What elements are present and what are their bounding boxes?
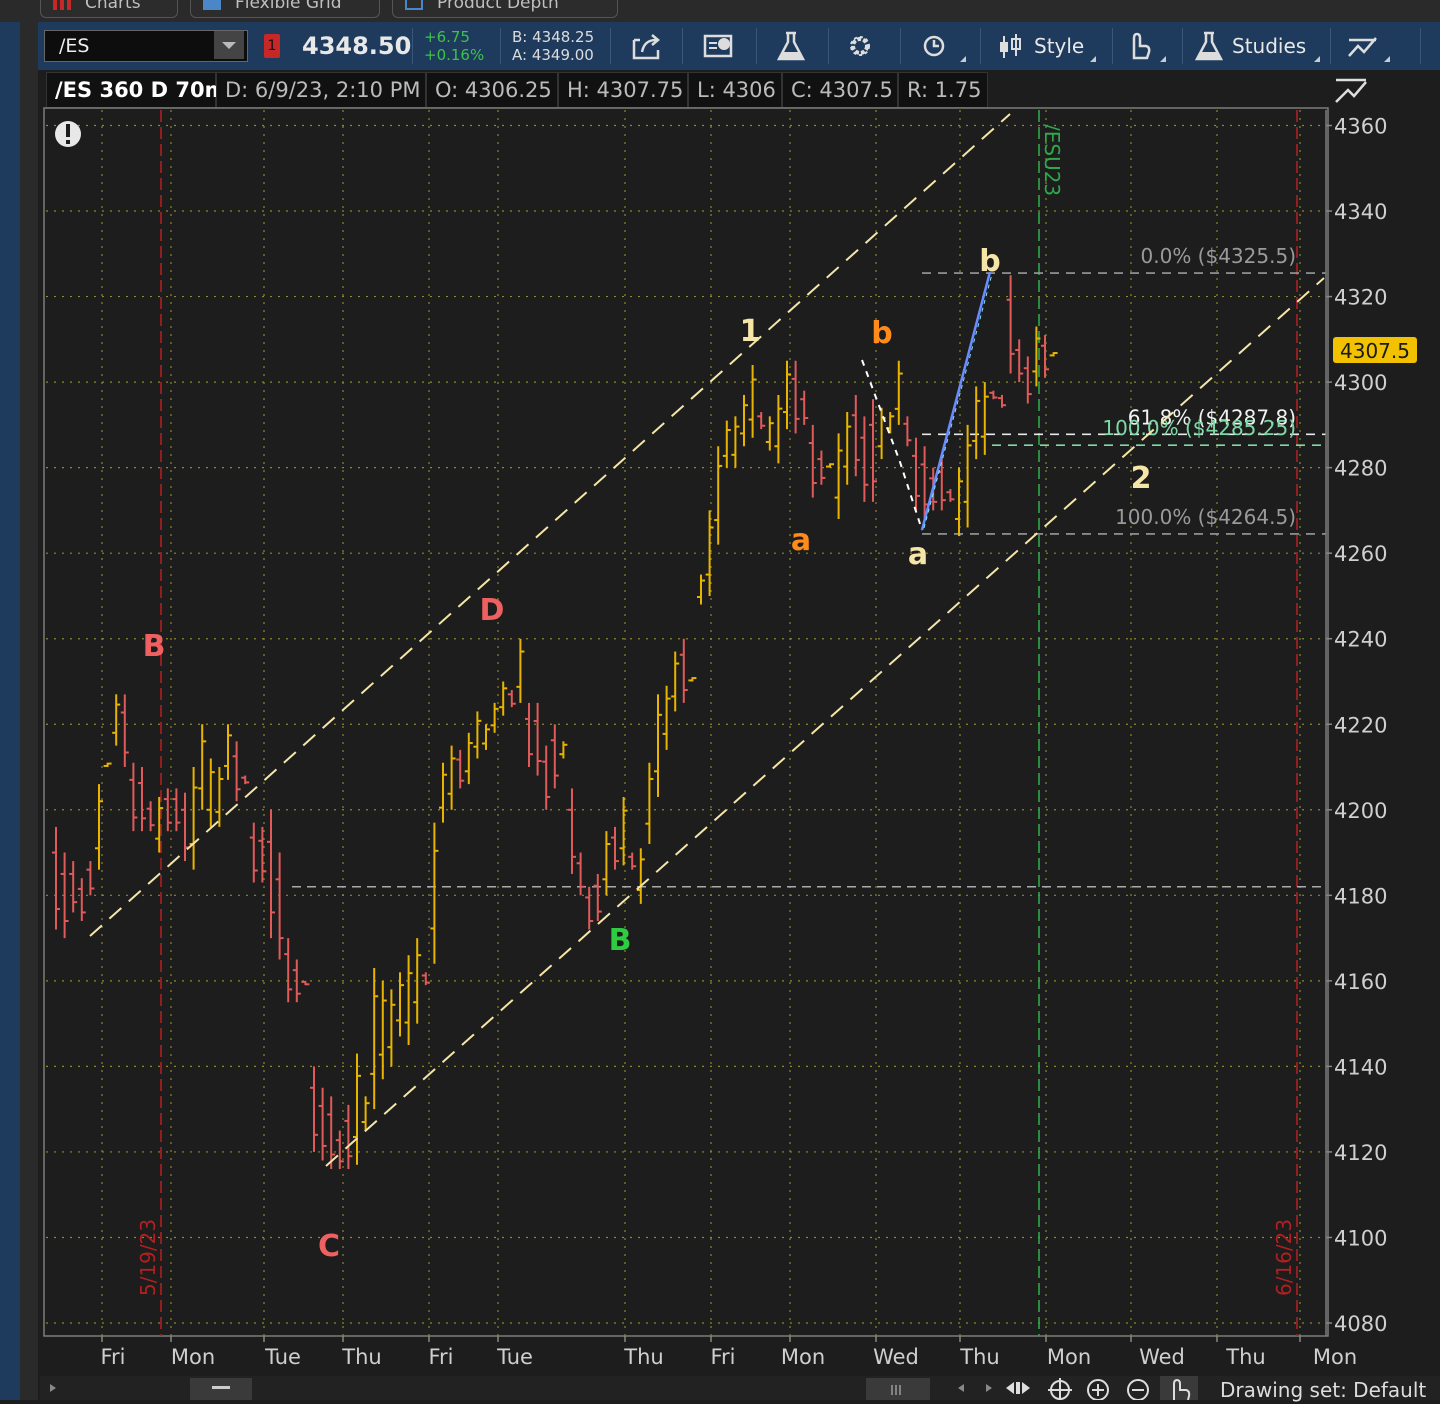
y-tick-label: 4180 (1334, 884, 1387, 908)
wave-label: D (480, 593, 505, 628)
current-price-label: 4307.5 (1340, 339, 1410, 363)
wave-label: b (871, 316, 892, 351)
price-chart[interactable]: 5/19/23/ESU236/16/23 0.0% ($4325.5)61.8%… (0, 0, 1440, 1400)
x-tick-label: Thu (623, 1345, 663, 1369)
x-tick-label: Wed (873, 1345, 919, 1369)
drawing-set-label[interactable]: Drawing set: Default (1220, 1378, 1426, 1402)
zoom-in-icon[interactable] (1087, 1379, 1109, 1401)
vertical-marker-label: 5/19/23 (136, 1219, 160, 1296)
scroll-thumb[interactable] (866, 1378, 930, 1400)
y-tick-label: 4140 (1334, 1055, 1387, 1079)
x-tick-label: Fri (428, 1345, 453, 1369)
horizontal-scrollbar[interactable]: Drawing set: Default (40, 1376, 1440, 1402)
x-tick-label: Tue (496, 1345, 533, 1369)
wave-label: C (318, 1229, 340, 1264)
pan-hand-icon[interactable] (1160, 1376, 1198, 1401)
wave-label: a (791, 523, 811, 558)
x-tick-label: Tue (264, 1345, 301, 1369)
scroll-forward-icon[interactable] (986, 1384, 992, 1392)
wave-label: a (908, 537, 928, 572)
y-tick-label: 4100 (1334, 1226, 1387, 1250)
wave-label: 2 (1131, 461, 1152, 496)
y-tick-label: 4340 (1334, 200, 1387, 224)
x-tick-label: Mon (781, 1345, 825, 1369)
crosshair-icon[interactable] (1048, 1378, 1072, 1402)
fib-level-label: 100.0% ($4264.5) (1115, 505, 1296, 529)
x-tick-label: Mon (1047, 1345, 1091, 1369)
zoom-handle-grip (212, 1386, 230, 1389)
y-tick-label: 4220 (1334, 713, 1387, 737)
y-tick-label: 4080 (1334, 1312, 1387, 1336)
x-tick-label: Mon (171, 1345, 215, 1369)
scroll-left-icon[interactable] (50, 1384, 56, 1392)
chart-settings-icon[interactable] (1334, 74, 1368, 106)
warning-icon[interactable] (55, 121, 81, 147)
wave-label: B (609, 923, 632, 958)
scroll-back-icon[interactable] (958, 1384, 964, 1392)
x-tick-label: Thu (1225, 1345, 1265, 1369)
y-tick-label: 4200 (1334, 799, 1387, 823)
vertical-marker-label: 6/16/23 (1272, 1219, 1296, 1296)
y-tick-label: 4120 (1334, 1141, 1387, 1165)
fib-level-label: 0.0% ($4325.5) (1141, 244, 1296, 268)
y-tick-label: 4360 (1334, 115, 1387, 139)
x-tick-label: Thu (341, 1345, 381, 1369)
y-tick-label: 4260 (1334, 542, 1387, 566)
y-tick-label: 4240 (1334, 628, 1387, 652)
zoom-out-icon[interactable] (1127, 1379, 1149, 1401)
y-tick-label: 4160 (1334, 970, 1387, 994)
expand-time-axis-icon[interactable] (1006, 1382, 1030, 1394)
y-tick-label: 4300 (1334, 371, 1387, 395)
wave-label: B (143, 629, 166, 664)
x-tick-label: Mon (1313, 1345, 1357, 1369)
wave-label: 1 (740, 314, 761, 349)
wave-label: b (979, 244, 1000, 279)
y-tick-label: 4320 (1334, 286, 1387, 310)
fib-level-label: 100.0% ($4285.25) (1102, 416, 1296, 440)
x-tick-label: Thu (959, 1345, 999, 1369)
x-tick-label: Fri (100, 1345, 125, 1369)
vertical-marker-label: /ESU23 (1040, 124, 1064, 196)
y-tick-label: 4280 (1334, 457, 1387, 481)
x-tick-label: Fri (710, 1345, 735, 1369)
x-tick-label: Wed (1139, 1345, 1185, 1369)
